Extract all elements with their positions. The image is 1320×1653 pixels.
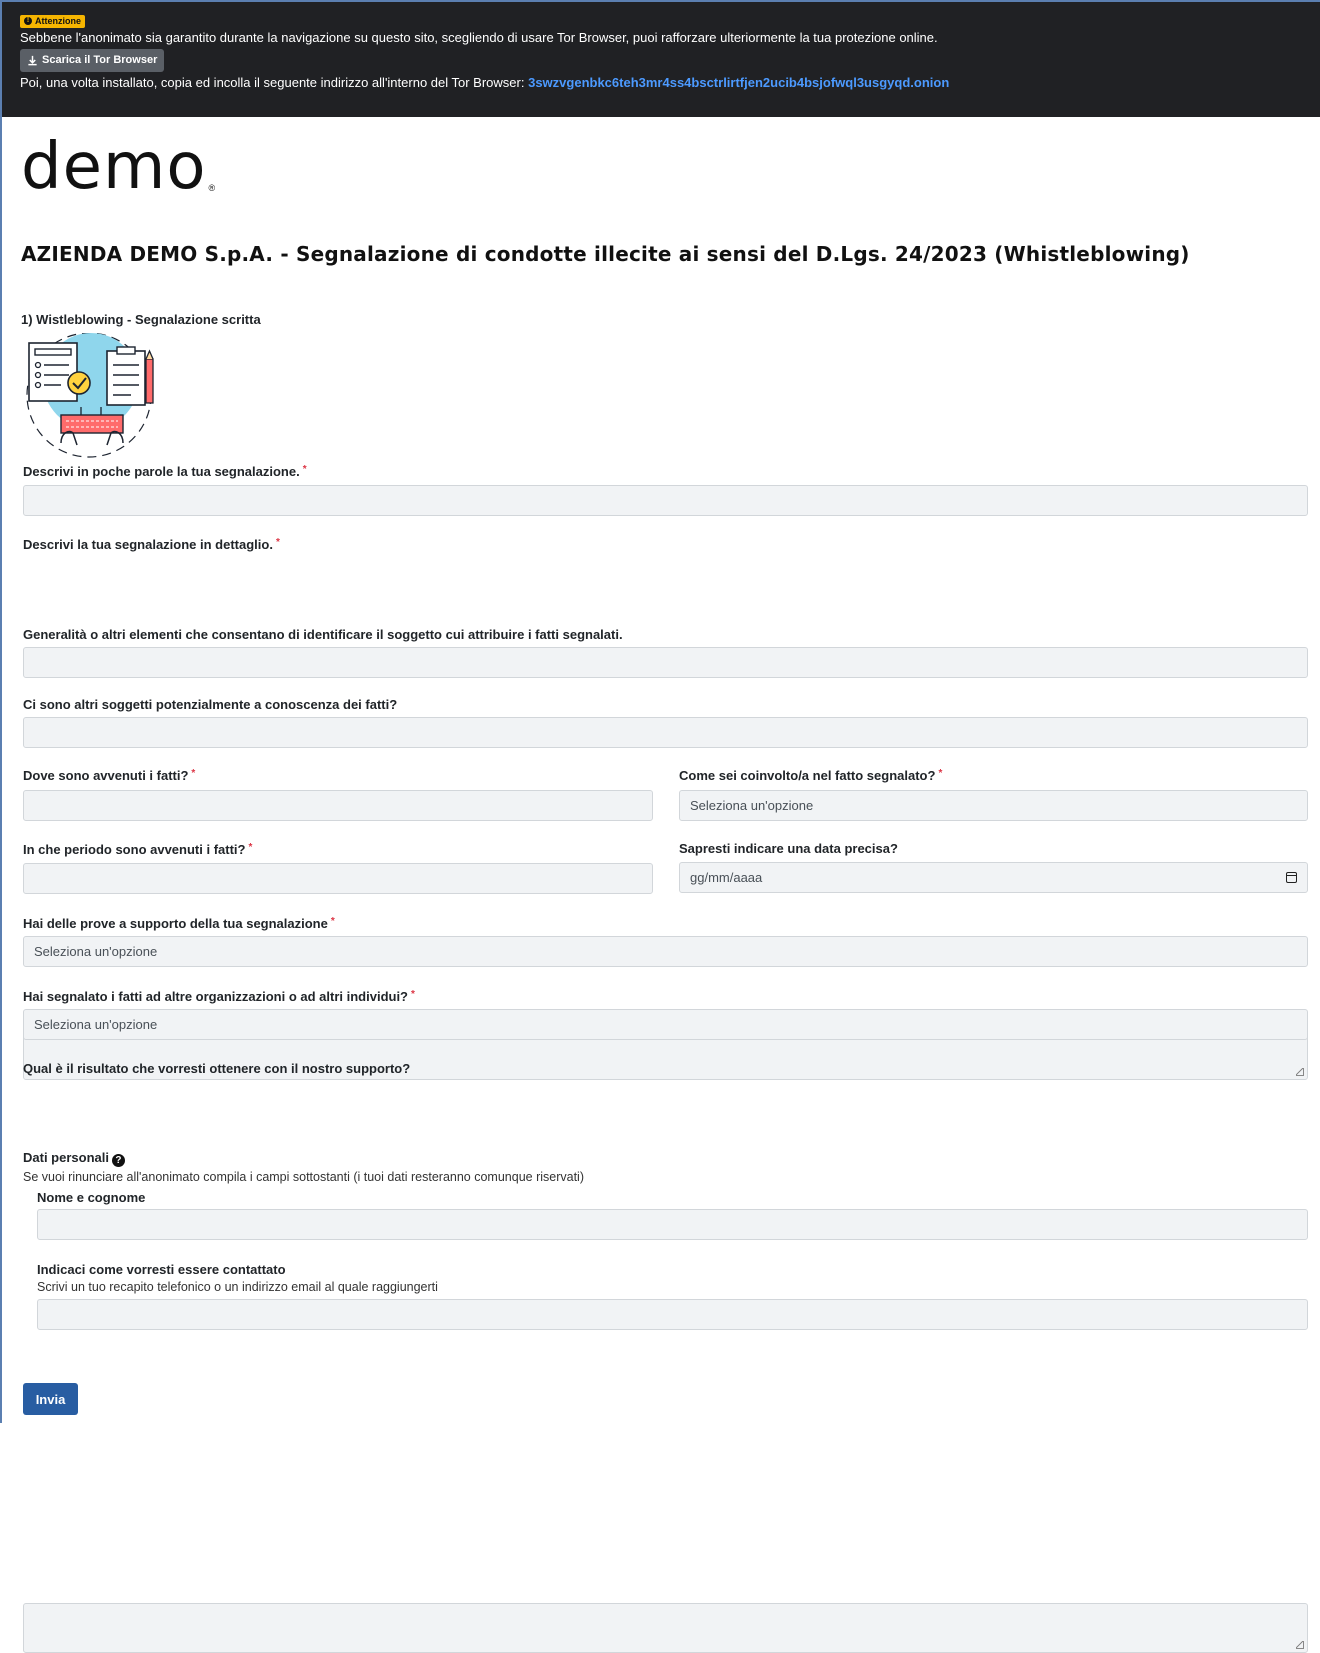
date-input[interactable]: gg/mm/aaaa [679, 862, 1308, 893]
personal-data-description: Se vuoi rinunciare all'anonimato compila… [23, 1170, 584, 1184]
period-input[interactable] [23, 863, 653, 894]
others-input[interactable] [23, 717, 1308, 748]
involvement-label: Come sei coinvolto/a nel fatto segnalato… [679, 768, 943, 783]
where-label: Dove sono avvenuti i fatti? * [23, 768, 196, 783]
reported-elsewhere-label: Hai segnalato i fatti ad altre organizza… [23, 989, 415, 1004]
date-input-value: gg/mm/aaaa [690, 870, 763, 885]
download-tor-button[interactable]: Scarica il Tor Browser [20, 48, 165, 72]
name-input[interactable] [37, 1209, 1308, 1240]
calendar-icon[interactable] [1286, 872, 1297, 883]
evidence-select[interactable]: Seleziona un'opzione [23, 936, 1308, 967]
contact-input[interactable] [37, 1299, 1308, 1330]
help-icon[interactable]: ? [111, 1154, 125, 1167]
section-title: 1) Wistleblowing - Segnalazione scritta [21, 312, 261, 327]
download-icon [28, 55, 37, 65]
detail-label: Descrivi la tua segnalazione in dettagli… [23, 537, 280, 552]
period-label: In che periodo sono avvenuti i fatti? * [23, 842, 253, 857]
submit-button[interactable]: Invia [23, 1383, 78, 1415]
summary-input[interactable] [23, 485, 1308, 516]
attention-badge-label: Attenzione [35, 16, 81, 26]
attention-badge: ! Attenzione [20, 14, 85, 28]
contact-label: Indicaci come vorresti essere contattato [37, 1262, 286, 1277]
others-label: Ci sono altri soggetti potenzialmente a … [23, 697, 398, 712]
name-label: Nome e cognome [37, 1190, 146, 1205]
summary-label: Descrivi in poche parole la tua segnalaz… [23, 464, 307, 479]
subject-label: Generalità o altri elementi che consenta… [23, 627, 623, 642]
where-input[interactable] [23, 790, 653, 821]
logo-text: demo [21, 130, 207, 204]
banner-instruction: Poi, una volta installato, copia ed inco… [20, 74, 525, 90]
page-title: AZIENDA DEMO S.p.A. - Segnalazione di co… [21, 242, 1190, 266]
info-icon: ! [24, 17, 32, 25]
desired-result-textarea[interactable] [23, 1603, 1308, 1653]
banner-message: Sebbene l'anonimato sia garantito durant… [20, 29, 938, 45]
illustration-checklist [26, 332, 154, 458]
subject-input[interactable] [23, 647, 1308, 678]
involvement-select[interactable]: Seleziona un'opzione [679, 790, 1308, 821]
tor-banner: ! Attenzione Sebbene l'anonimato sia gar… [2, 0, 1320, 117]
contact-hint: Scrivi un tuo recapito telefonico o un i… [37, 1280, 438, 1294]
evidence-label: Hai delle prove a supporto della tua seg… [23, 916, 335, 931]
date-label: Sapresti indicare una data precisa? [679, 841, 898, 856]
personal-data-title: Dati personali? [23, 1150, 1308, 1167]
logo-registered-mark: ® [208, 183, 216, 193]
download-tor-label: Scarica il Tor Browser [42, 54, 158, 66]
onion-address-link[interactable]: 3swzvgenbkc6teh3mr4ss4bsctrlirtfjen2ucib… [528, 75, 949, 90]
reported-elsewhere-select[interactable]: Seleziona un'opzione [23, 1009, 1308, 1040]
company-logo: demo ® [21, 129, 1307, 199]
desired-result-label: Qual è il risultato che vorresti ottener… [23, 1061, 411, 1076]
